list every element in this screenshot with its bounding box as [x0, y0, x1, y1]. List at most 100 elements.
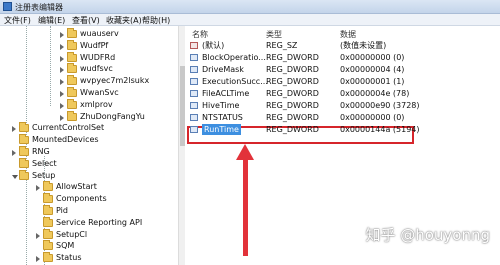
value-name: HiveTime	[202, 101, 240, 110]
folder-icon	[43, 240, 53, 251]
value-type: REG_DWORD	[266, 53, 319, 62]
tree-item-label: Components	[56, 194, 107, 204]
window-title: 注册表编辑器	[15, 3, 63, 12]
dword-value-icon	[190, 78, 198, 85]
value-name: DriveMask	[202, 65, 244, 74]
menu-bar: 文件(F) 编辑(E) 查看(V) 收藏夹(A) 帮助(H)	[0, 14, 500, 26]
expand-arrow-icon[interactable]	[60, 114, 64, 121]
value-row[interactable]: HiveTime REG_DWORD 0x00000e90 (3728)	[186, 100, 500, 111]
menu-favorites[interactable]: 收藏夹(A)	[106, 15, 142, 26]
dword-value-icon	[190, 90, 198, 97]
folder-icon	[19, 146, 29, 156]
folder-icon	[67, 110, 77, 121]
expand-arrow-icon[interactable]	[60, 67, 64, 74]
dword-value-icon	[190, 114, 198, 121]
value-data: 0x00000000 (0)	[340, 53, 405, 62]
value-row[interactable]: DriveMask REG_DWORD 0x00000004 (4)	[186, 64, 500, 75]
tree-item-label: WUDFRd	[80, 52, 116, 62]
expand-arrow-icon[interactable]	[60, 79, 64, 86]
value-data: (数值未设置)	[340, 41, 387, 50]
value-row[interactable]: ExecutionSucc... REG_DWORD 0x00000001 (1)	[186, 76, 500, 87]
tree-item-label: Service Reporting API	[56, 217, 143, 227]
folder-icon	[43, 216, 53, 227]
tree-item-label: SetupCl	[56, 229, 88, 239]
tree-item-label: WudfPf	[80, 40, 109, 50]
menu-help[interactable]: 帮助(H)	[142, 15, 170, 26]
folder-icon	[19, 122, 29, 133]
expand-arrow-icon[interactable]	[60, 32, 64, 38]
tree-item-label: AllowStart	[56, 182, 97, 192]
value-row[interactable]: BlockOperatio... REG_DWORD 0x00000000 (0)	[186, 52, 500, 63]
expand-arrow-icon[interactable]	[60, 55, 64, 62]
value-name: BlockOperatio...	[202, 53, 266, 62]
value-data: 0x0000004e (78)	[340, 89, 410, 98]
folder-icon	[43, 181, 53, 192]
menu-edit[interactable]: 编辑(E)	[38, 15, 65, 26]
value-name: FileACLTime	[202, 89, 250, 98]
folder-icon	[19, 169, 29, 180]
expand-arrow-icon[interactable]	[60, 102, 64, 109]
tree-item-label: MountedDevices	[32, 135, 99, 145]
value-type: REG_DWORD	[266, 65, 319, 74]
tree-guide-line	[50, 26, 51, 106]
value-data: 0x00000001 (1)	[340, 77, 405, 86]
expand-arrow-icon[interactable]	[36, 232, 40, 239]
tree-item-label: wudfsvc	[80, 64, 113, 74]
tree-item-label: wuauserv	[80, 29, 119, 38]
menu-view[interactable]: 查看(V)	[72, 15, 100, 26]
value-row[interactable]: FileACLTime REG_DWORD 0x0000004e (78)	[186, 88, 500, 99]
folder-icon	[19, 157, 29, 168]
expand-arrow-icon[interactable]	[12, 126, 16, 133]
expand-arrow-icon[interactable]	[36, 256, 40, 263]
tree-item-label: CurrentControlSet	[32, 123, 105, 133]
folder-icon	[67, 87, 77, 97]
tree-scroll-thumb[interactable]	[180, 66, 185, 146]
column-data[interactable]: 数据	[340, 29, 356, 40]
tree-item-label: WwanSvc	[80, 88, 119, 97]
folder-icon	[19, 134, 29, 145]
column-type[interactable]: 类型	[266, 29, 282, 40]
folder-icon	[43, 252, 53, 263]
collapse-arrow-icon[interactable]	[12, 174, 18, 179]
value-type: REG_DWORD	[266, 77, 319, 86]
tree-item-label: Select	[32, 158, 57, 168]
expand-arrow-icon[interactable]	[12, 150, 16, 156]
value-row[interactable]: (默认) REG_SZ (数值未设置)	[186, 40, 500, 51]
value-row[interactable]: NTSTATUS REG_DWORD 0x00000000 (0)	[186, 112, 500, 123]
folder-icon	[67, 51, 77, 62]
folder-icon	[67, 39, 77, 50]
tree-item-label: Setup	[32, 170, 56, 180]
folder-icon	[67, 63, 77, 74]
dword-value-icon	[190, 102, 198, 109]
folder-icon	[67, 75, 77, 86]
value-data: 0x00000e90 (3728)	[340, 101, 420, 110]
tree-item-label: Pid	[56, 206, 68, 215]
tree-item-label: wvpyec7m2lsukx	[80, 76, 150, 86]
value-name: ExecutionSucc...	[202, 77, 268, 86]
value-name: (默认)	[202, 41, 225, 50]
value-type: REG_DWORD	[266, 101, 319, 110]
value-type: REG_SZ	[266, 41, 298, 50]
tree-item-label: xmlprov	[80, 99, 113, 109]
value-type: REG_DWORD	[266, 125, 319, 134]
column-name[interactable]: 名称	[192, 29, 208, 40]
folder-icon	[43, 228, 53, 239]
folder-icon	[67, 28, 77, 38]
registry-tree[interactable]: wuauserv WudfPf WUDFRd wudfsvc wvpyec7m2lsuk…	[0, 26, 185, 265]
string-value-icon	[190, 42, 198, 49]
tree-item-label: RNG	[32, 147, 50, 156]
regedit-icon	[3, 2, 12, 11]
folder-icon	[43, 193, 53, 204]
value-data: 0x0000144a (5194)	[340, 125, 420, 134]
folder-icon	[43, 205, 53, 215]
menu-file[interactable]: 文件(F)	[4, 15, 31, 26]
value-type: REG_DWORD	[266, 89, 319, 98]
value-data: 0x00000004 (4)	[340, 65, 405, 74]
expand-arrow-icon[interactable]	[36, 185, 40, 192]
expand-arrow-icon[interactable]	[60, 91, 64, 97]
dword-value-icon	[190, 126, 198, 133]
value-data: 0x00000000 (0)	[340, 113, 405, 122]
expand-arrow-icon[interactable]	[60, 43, 64, 50]
tree-scrollbar[interactable]	[178, 26, 185, 265]
value-row-selected[interactable]: RunTime REG_DWORD 0x0000144a (5194)	[186, 124, 500, 135]
